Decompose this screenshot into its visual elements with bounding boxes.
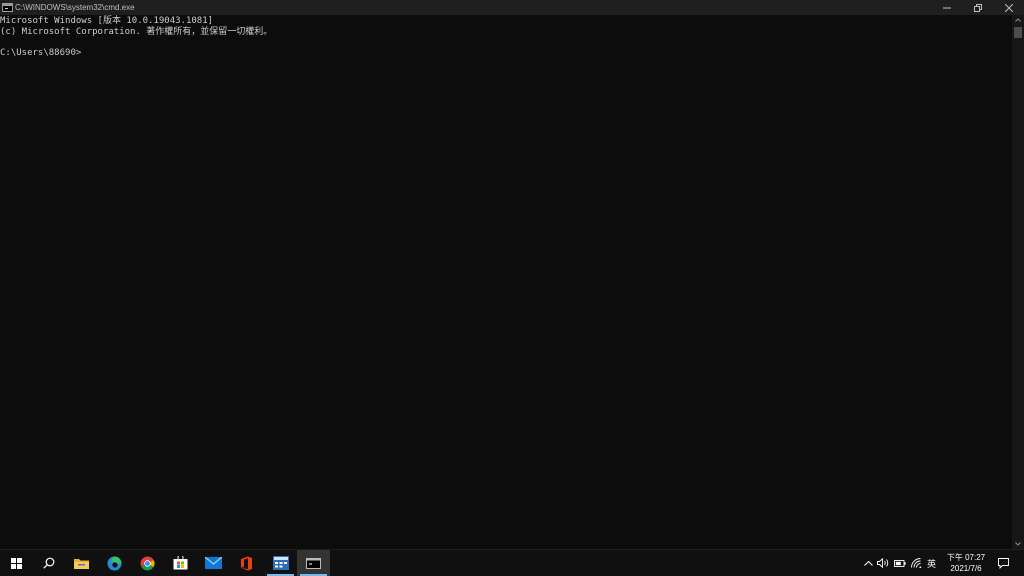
- console-line: (c) Microsoft Corporation. 著作權所有，並保留一切權利…: [0, 27, 273, 37]
- mail-button[interactable]: [197, 550, 230, 576]
- restore-icon: [973, 3, 982, 12]
- app-window-button[interactable]: [264, 550, 297, 576]
- minimize-button[interactable]: [931, 0, 962, 15]
- wifi-icon: [910, 558, 921, 568]
- input-language-indicator[interactable]: 英: [925, 550, 938, 576]
- app-window-icon: [272, 556, 289, 570]
- console-line: Microsoft Windows [版本 10.0.19043.1081]: [0, 16, 214, 26]
- volume-button[interactable]: [876, 550, 890, 576]
- battery-icon: [894, 559, 906, 567]
- command-prompt-taskbar-button[interactable]: [297, 550, 330, 576]
- clock-time: 下午 07:27: [946, 553, 986, 562]
- close-icon: [1004, 3, 1013, 12]
- chevron-down-icon: [1015, 542, 1021, 546]
- store-button[interactable]: [164, 550, 197, 576]
- clock-date: 2021/7/6: [950, 564, 982, 573]
- office-icon: [241, 556, 252, 570]
- console-output[interactable]: Microsoft Windows [版本 10.0.19043.1081] (…: [0, 15, 1012, 549]
- cmd-icon: [2, 3, 13, 12]
- chevron-up-icon: [863, 560, 873, 566]
- taskbar: 英 下午 07:27 2021/7/6: [0, 549, 1024, 576]
- command-prompt-line[interactable]: C:\Users\88690>: [0, 48, 81, 59]
- scroll-thumb[interactable]: [1014, 27, 1022, 38]
- action-center-button[interactable]: [994, 550, 1012, 576]
- file-explorer-button[interactable]: [65, 550, 98, 576]
- notification-icon: [997, 557, 1009, 569]
- mail-icon: [205, 557, 222, 569]
- window-controls: [931, 0, 1024, 15]
- start-button[interactable]: [0, 550, 33, 576]
- search-icon: [42, 557, 54, 569]
- scroll-down-button[interactable]: [1012, 539, 1024, 549]
- edge-icon: [107, 556, 122, 570]
- store-icon: [173, 556, 188, 570]
- window-title: C:\WINDOWS\system32\cmd.exe: [15, 3, 135, 12]
- office-button[interactable]: [230, 550, 263, 576]
- chrome-button[interactable]: [131, 550, 164, 576]
- chrome-icon: [140, 556, 155, 570]
- windows-logo-icon: [11, 557, 22, 569]
- vertical-scrollbar[interactable]: [1012, 15, 1024, 549]
- battery-button[interactable]: [893, 550, 907, 576]
- chevron-up-icon: [1015, 18, 1021, 22]
- network-button[interactable]: [909, 550, 923, 576]
- cmd-icon: [306, 557, 321, 569]
- folder-icon: [74, 558, 89, 569]
- search-button[interactable]: [32, 550, 65, 576]
- scroll-up-button[interactable]: [1012, 15, 1024, 25]
- close-button[interactable]: [993, 0, 1024, 15]
- clock[interactable]: 下午 07:27 2021/7/6: [938, 550, 994, 576]
- restore-button[interactable]: [962, 0, 993, 15]
- show-hidden-icons-button[interactable]: [861, 550, 875, 576]
- edge-button[interactable]: [98, 550, 131, 576]
- minimize-icon: [942, 7, 951, 8]
- title-bar[interactable]: C:\WINDOWS\system32\cmd.exe: [0, 0, 1024, 15]
- volume-icon: [877, 558, 889, 568]
